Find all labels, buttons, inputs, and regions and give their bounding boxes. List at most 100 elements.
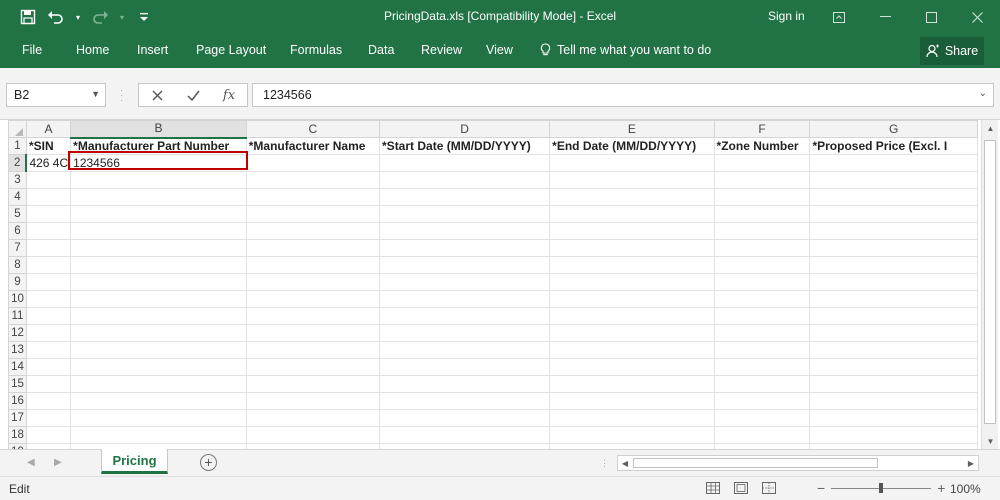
cell-d4[interactable]: [379, 188, 551, 206]
column-header-f[interactable]: F: [713, 120, 811, 138]
row-header[interactable]: 18: [8, 426, 27, 444]
save-icon[interactable]: [18, 7, 38, 27]
cell-c9[interactable]: [245, 273, 381, 291]
cell-c14[interactable]: [245, 358, 381, 376]
cell-a1[interactable]: *SIN: [25, 137, 72, 155]
cell-b17[interactable]: [70, 409, 247, 427]
cell-c7[interactable]: [245, 239, 381, 257]
cell-g9[interactable]: [809, 273, 978, 291]
redo-icon[interactable]: [90, 7, 110, 27]
cell-g16[interactable]: [809, 392, 978, 410]
enter-icon[interactable]: [181, 85, 205, 105]
column-header-e[interactable]: E: [549, 120, 715, 138]
redo-dropdown-icon[interactable]: ▾: [118, 7, 126, 27]
cell-d14[interactable]: [379, 358, 551, 376]
cell-b9[interactable]: [70, 273, 247, 291]
scroll-down-icon[interactable]: ▼: [982, 433, 999, 449]
cell-d2[interactable]: [379, 154, 551, 172]
cell-d16[interactable]: [379, 392, 551, 410]
cell-f15[interactable]: [713, 375, 811, 393]
row-header[interactable]: 5: [8, 205, 27, 223]
cell-g4[interactable]: [809, 188, 978, 206]
cell-g18[interactable]: [809, 426, 978, 444]
horizontal-scrollbar[interactable]: ◀ ▶: [617, 455, 979, 471]
cell-c3[interactable]: [245, 171, 381, 189]
row-header[interactable]: 2: [8, 154, 28, 172]
cell-g7[interactable]: [809, 239, 978, 257]
zoom-track[interactable]: [831, 482, 932, 493]
cell-b11[interactable]: [70, 307, 247, 325]
cell-g11[interactable]: [809, 307, 978, 325]
cell-a6[interactable]: [25, 222, 72, 240]
row-header[interactable]: 17: [8, 409, 27, 427]
row-header[interactable]: 11: [8, 307, 27, 325]
cell-g14[interactable]: [809, 358, 978, 376]
cell-b10[interactable]: [70, 290, 247, 308]
select-all-corner[interactable]: [8, 120, 27, 138]
cell-e8[interactable]: [549, 256, 715, 274]
column-header-g[interactable]: G: [809, 120, 978, 138]
cell-b2[interactable]: 1234566: [70, 154, 247, 172]
cell-a13[interactable]: [25, 341, 72, 359]
row-header[interactable]: 13: [8, 341, 27, 359]
tab-data[interactable]: Data: [368, 43, 394, 57]
cell-d6[interactable]: [379, 222, 551, 240]
cell-g8[interactable]: [809, 256, 978, 274]
cell-g2[interactable]: [809, 154, 978, 172]
cell-b18[interactable]: [70, 426, 247, 444]
row-header[interactable]: 15: [8, 375, 27, 393]
cell-f11[interactable]: [713, 307, 811, 325]
cell-d13[interactable]: [379, 341, 551, 359]
cell-a15[interactable]: [25, 375, 72, 393]
cell-d15[interactable]: [379, 375, 551, 393]
row-header[interactable]: 1: [8, 137, 27, 155]
cell-c2[interactable]: [245, 154, 381, 172]
maximize-button[interactable]: [908, 0, 954, 34]
cell-a18[interactable]: [25, 426, 72, 444]
cell-f1[interactable]: *Zone Number: [713, 137, 811, 155]
cell-f18[interactable]: [713, 426, 811, 444]
cell-b13[interactable]: [70, 341, 247, 359]
cell-d18[interactable]: [379, 426, 551, 444]
row-header[interactable]: 3: [8, 171, 27, 189]
row-header[interactable]: 4: [8, 188, 27, 206]
cell-g13[interactable]: [809, 341, 978, 359]
cell-g3[interactable]: [809, 171, 978, 189]
cell-e7[interactable]: [549, 239, 715, 257]
resize-handle-icon[interactable]: · · ·: [120, 86, 123, 106]
cell-c5[interactable]: [245, 205, 381, 223]
scroll-left-icon[interactable]: ◀: [618, 456, 632, 470]
cell-a14[interactable]: [25, 358, 72, 376]
vertical-scrollbar[interactable]: ▲ ▼: [981, 120, 998, 449]
column-header-d[interactable]: D: [379, 120, 551, 138]
cell-f8[interactable]: [713, 256, 811, 274]
cell-g5[interactable]: [809, 205, 978, 223]
cell-f10[interactable]: [713, 290, 811, 308]
cell-c17[interactable]: [245, 409, 381, 427]
row-header[interactable]: 14: [8, 358, 27, 376]
cell-a8[interactable]: [25, 256, 72, 274]
cell-d11[interactable]: [379, 307, 551, 325]
cell-a3[interactable]: [25, 171, 72, 189]
cell-a9[interactable]: [25, 273, 72, 291]
row-header[interactable]: 16: [8, 392, 27, 410]
tab-formulas[interactable]: Formulas: [290, 43, 342, 57]
cell-a5[interactable]: [25, 205, 72, 223]
cell-a16[interactable]: [25, 392, 72, 410]
zoom-in-icon[interactable]: +: [937, 480, 945, 496]
insert-function-icon[interactable]: fx: [217, 85, 241, 105]
cell-c15[interactable]: [245, 375, 381, 393]
cell-f13[interactable]: [713, 341, 811, 359]
cell-e17[interactable]: [549, 409, 715, 427]
scroll-up-icon[interactable]: ▲: [982, 120, 999, 136]
cell-e1[interactable]: *End Date (MM/DD/YYYY): [549, 137, 715, 155]
row-header[interactable]: 7: [8, 239, 27, 257]
cell-c11[interactable]: [245, 307, 381, 325]
cell-b15[interactable]: [70, 375, 247, 393]
undo-dropdown-icon[interactable]: ▾: [74, 7, 82, 27]
worksheet-grid[interactable]: A B C D E F G 1 *SIN *Manufacturer Part …: [8, 120, 978, 449]
cell-b8[interactable]: [70, 256, 247, 274]
cell-e12[interactable]: [549, 324, 715, 342]
cell-e3[interactable]: [549, 171, 715, 189]
cell-a4[interactable]: [25, 188, 72, 206]
